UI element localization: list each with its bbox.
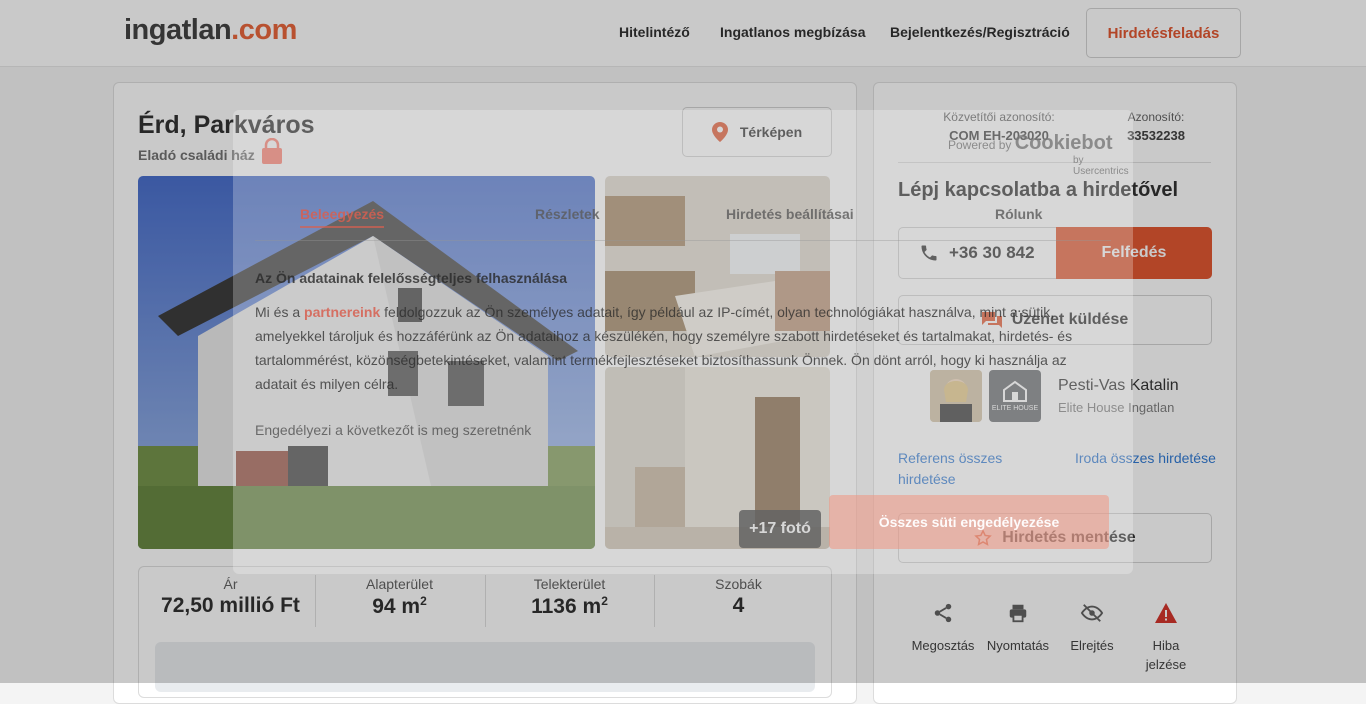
consent-note: Engedélyezi a következőt is meg szeretné…	[255, 422, 532, 438]
cookie-consent-dialog: Powered by Cookiebot by Usercentrics Bel…	[233, 110, 1133, 574]
privacy-lock-icon	[262, 138, 282, 164]
accept-all-cookies-button[interactable]: Összes süti engedélyezése	[829, 495, 1109, 549]
consent-text: Mi és a partnereink feldolgozzuk az Ön s…	[255, 304, 1073, 392]
cookiebot-branding: Powered by Cookiebot by Usercentrics	[948, 132, 1129, 177]
tab-consent[interactable]: Beleegyezés	[300, 206, 385, 228]
tab-divider	[255, 240, 1111, 241]
tab-about[interactable]: Rólunk	[995, 206, 1042, 222]
consent-heading: Az Ön adatainak felelősségteljes felhasz…	[255, 270, 568, 286]
partners-link[interactable]: partnereink	[304, 304, 380, 320]
tab-details[interactable]: Részletek	[535, 206, 600, 222]
tab-ad-settings[interactable]: Hirdetés beállításai	[726, 206, 854, 222]
